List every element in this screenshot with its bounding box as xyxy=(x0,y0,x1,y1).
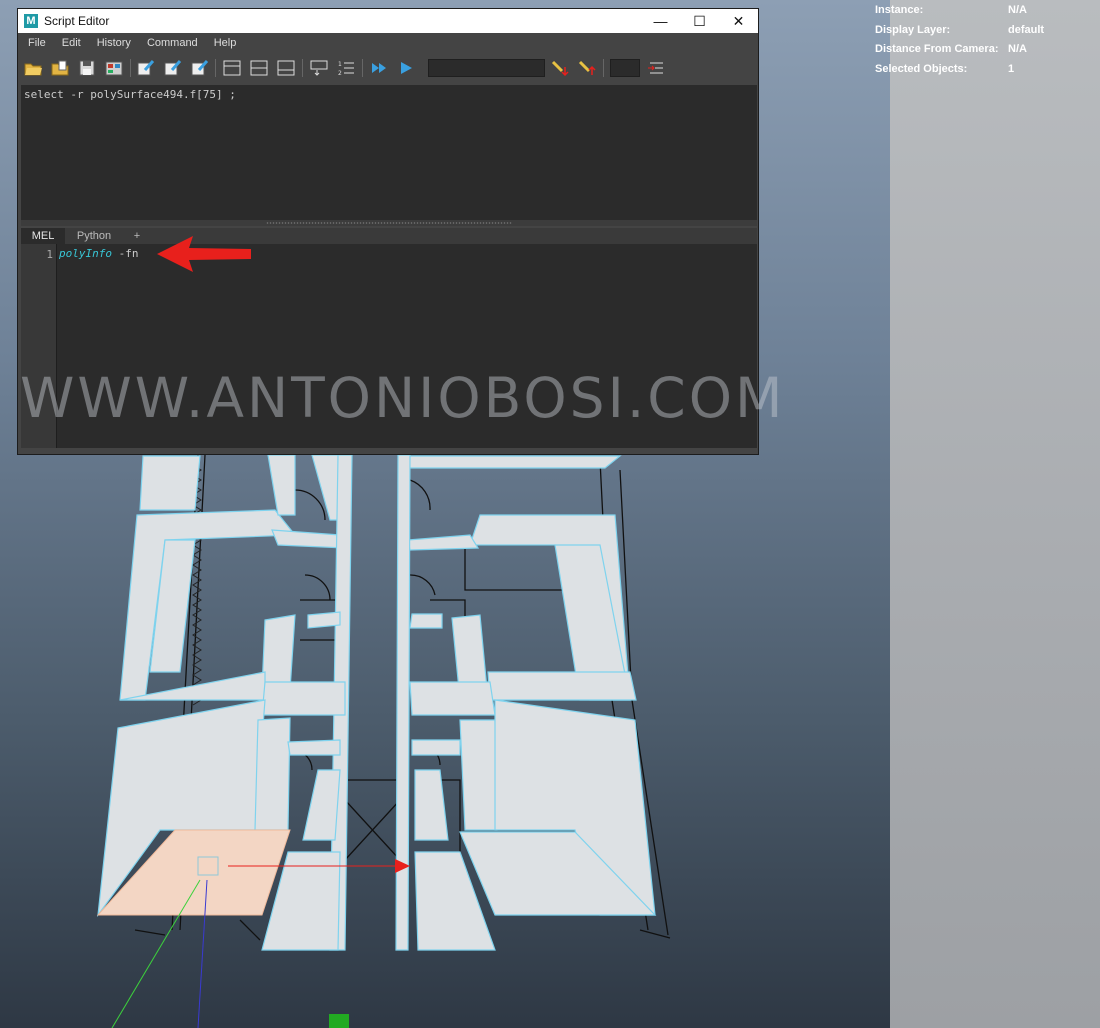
history-output-panel[interactable]: select -r polySurface494.f[75] ; xyxy=(21,85,757,220)
mel-command: polyInfo xyxy=(59,247,112,260)
clear-history-icon[interactable] xyxy=(135,58,155,78)
show-both-icon[interactable] xyxy=(276,58,296,78)
tab-python[interactable]: Python xyxy=(65,228,123,244)
svg-text:2: 2 xyxy=(338,70,342,77)
hud-value: N/A xyxy=(1008,4,1027,16)
menu-history[interactable]: History xyxy=(97,37,131,49)
toolbar-separator xyxy=(603,59,604,77)
hud-label: Selected Objects: xyxy=(875,62,968,75)
attribute-side-panel xyxy=(890,0,1100,1028)
toolbar-separator xyxy=(302,59,303,77)
toolbar-separator xyxy=(362,59,363,77)
search-field[interactable] xyxy=(428,59,545,77)
tab-add[interactable]: + xyxy=(123,228,151,244)
menu-bar: File Edit History Command Help xyxy=(18,33,758,53)
minimize-button[interactable]: — xyxy=(641,9,680,33)
code-line[interactable]: polyInfo -fn xyxy=(59,247,138,260)
maya-logo-icon: M xyxy=(24,14,38,28)
execute-all-icon[interactable] xyxy=(369,58,389,78)
hud-row-instance: Instance: N/A xyxy=(875,4,1095,24)
echo-commands-icon[interactable] xyxy=(309,58,329,78)
clear-all-icon[interactable] xyxy=(189,58,209,78)
hud-row-display-layer: Display Layer: default xyxy=(875,24,1095,44)
close-button[interactable]: ✕ xyxy=(719,9,758,33)
hud-value: N/A xyxy=(1008,43,1027,56)
hud-label: Instance: xyxy=(875,4,924,16)
script-tabs: MEL Python + xyxy=(21,228,757,244)
history-line: select -r polySurface494.f[75] ; xyxy=(24,88,236,101)
show-input-icon[interactable] xyxy=(249,58,269,78)
hud-label: Display Layer: xyxy=(875,23,951,36)
svg-text:1: 1 xyxy=(338,61,342,68)
watermark: WWW.ANTONIOBOSI.COM xyxy=(20,366,786,430)
hud-value: default xyxy=(1008,23,1045,36)
maximize-button[interactable]: ☐ xyxy=(680,9,719,33)
line-numbers-icon[interactable]: 12 xyxy=(336,58,356,78)
toolbar-separator xyxy=(215,59,216,77)
menu-command[interactable]: Command xyxy=(147,37,198,49)
show-history-icon[interactable] xyxy=(222,58,242,78)
execute-icon[interactable] xyxy=(396,58,416,78)
menu-help[interactable]: Help xyxy=(214,37,237,49)
tab-mel[interactable]: MEL xyxy=(21,228,65,244)
save-to-shelf-icon[interactable] xyxy=(104,58,124,78)
search-down-icon[interactable] xyxy=(550,58,570,78)
search-up-icon[interactable] xyxy=(577,58,597,78)
hud-info: Instance: N/A Display Layer: default Dis… xyxy=(875,4,1095,82)
toolbar: 12 xyxy=(18,53,758,83)
window-title: Script Editor xyxy=(44,14,110,28)
toolbar-separator xyxy=(130,59,131,77)
menu-file[interactable]: File xyxy=(28,37,46,49)
goto-line-icon[interactable] xyxy=(646,58,666,78)
hud-row-distance: Distance From Camera: N/A xyxy=(875,43,1095,63)
annotation-arrow-icon xyxy=(157,236,251,272)
line-number: 1 xyxy=(46,248,53,261)
window-controls: — ☐ ✕ xyxy=(641,9,758,33)
save-script-icon[interactable] xyxy=(77,58,97,78)
mel-flag: -fn xyxy=(111,247,139,260)
hud-value: 1 xyxy=(1008,62,1015,75)
panel-splitter[interactable] xyxy=(21,220,757,226)
hud-label: Distance From Camera: xyxy=(875,43,999,56)
title-bar[interactable]: M Script Editor — ☐ ✕ xyxy=(18,9,758,33)
source-script-icon[interactable] xyxy=(50,58,70,78)
goto-line-field[interactable] xyxy=(610,59,640,77)
open-script-icon[interactable] xyxy=(23,58,43,78)
splitter-grip xyxy=(266,222,512,224)
clear-input-icon[interactable] xyxy=(162,58,182,78)
menu-edit[interactable]: Edit xyxy=(62,37,81,49)
hud-row-selected-objects: Selected Objects: 1 xyxy=(875,63,1095,83)
